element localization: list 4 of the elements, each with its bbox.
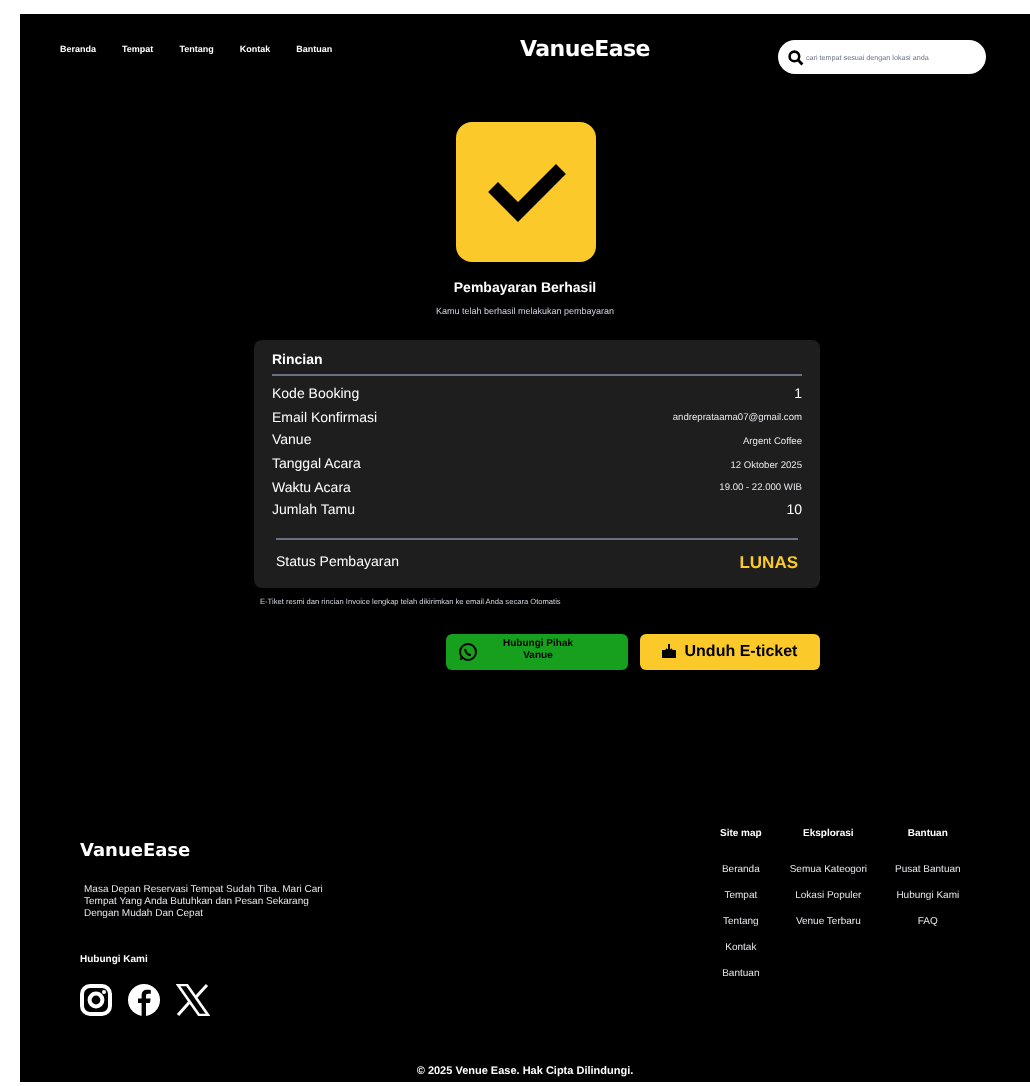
footer-logo: VanueEase bbox=[80, 839, 193, 866]
status-value: LUNAS bbox=[739, 550, 798, 577]
logo[interactable]: VanueEase bbox=[520, 33, 650, 67]
download-ticket-button[interactable]: Unduh E-ticket bbox=[640, 633, 820, 670]
